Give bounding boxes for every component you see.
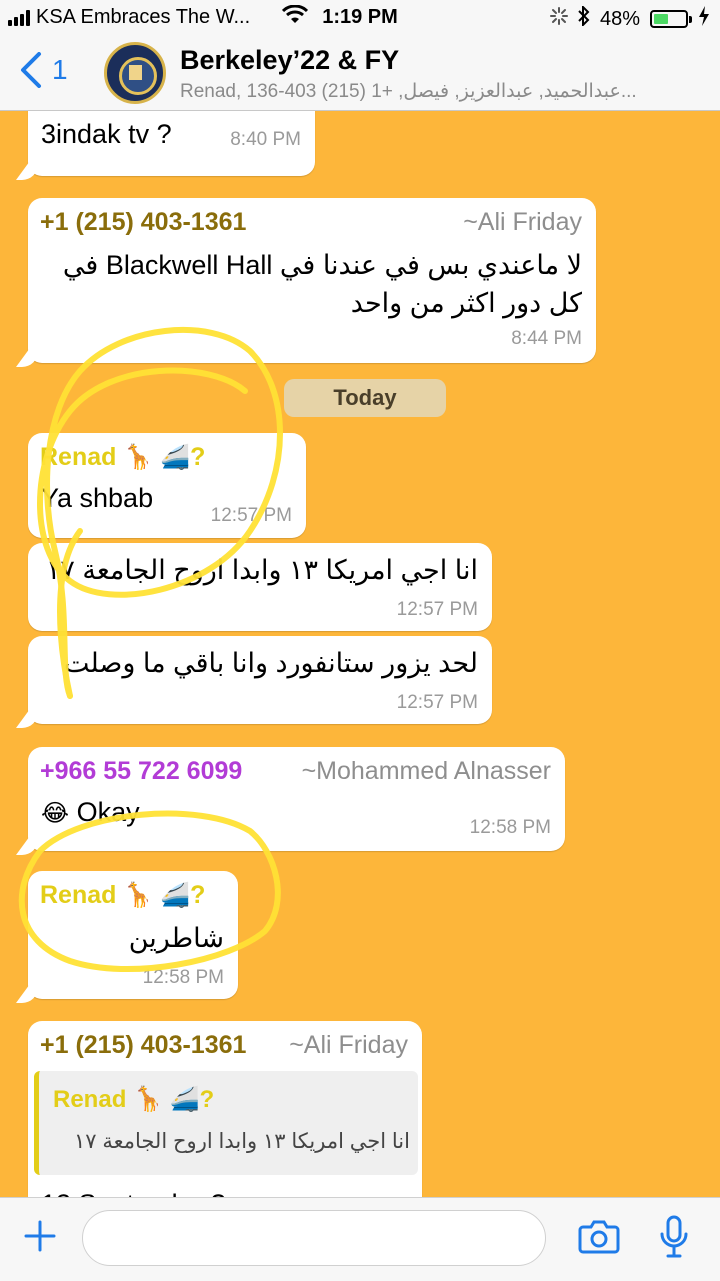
back-button[interactable]: 1: [20, 52, 68, 88]
message-bubble[interactable]: انا اجي امريكا ١٣ وابدا اروح الجامعة ١٧ …: [28, 543, 492, 631]
quoted-reply[interactable]: Renad 🦒 🚄? انا اجي امريكا ١٣ وابدا اروح …: [34, 1071, 418, 1175]
chat-header: 1 Berkeley’22 & FY Renad, عبدالحميد, عبد…: [0, 36, 720, 111]
message-text-line: كل دور اكثر من واحد: [350, 288, 582, 318]
group-participants[interactable]: Renad, عبدالحميد, عبدالعزيز, فيصل, +1 (2…: [180, 80, 700, 103]
quoted-sender: Renad: [53, 1086, 127, 1113]
message-composer: [0, 1197, 720, 1281]
message-bubble[interactable]: لحد يزور ستانفورد وانا باقي ما وصلت 12:5…: [28, 636, 492, 724]
train-icon: 🚄: [169, 1086, 200, 1113]
message-time: 12:58 PM: [142, 967, 224, 988]
date-divider: Today: [284, 379, 446, 417]
message-time: 12:57 PM: [210, 505, 292, 526]
plus-icon: [24, 1220, 56, 1252]
message-time: 12:57 PM: [396, 692, 478, 713]
message-bubble[interactable]: Renad 🦒 🚄? Ya shbab 12:57 PM: [28, 433, 306, 538]
battery-icon: [650, 10, 692, 28]
message-bubble[interactable]: +1 (215) 403-1361 ~Ali Friday لا ماعندي …: [28, 198, 596, 363]
message-sender-alias: ~Mohammed Alnasser: [301, 757, 551, 785]
message-bubble[interactable]: 3indak tv ? 8:40 PM: [28, 111, 315, 176]
quoted-sender-group: Renad 🦒 🚄?: [53, 1085, 214, 1114]
message-text: انا اجي امريكا ١٣ وابدا اروح الجامعة ١٧: [45, 555, 478, 585]
quoted-text: انا اجي امريكا ١٣ وابدا اروح الجامعة ١٧: [73, 1130, 410, 1153]
group-avatar[interactable]: [104, 42, 166, 104]
message-text-group: 😂 Okay: [41, 797, 140, 828]
message-sender: +1 (215) 403-1361: [40, 1031, 247, 1059]
message-sender-suffix: ?: [190, 881, 206, 909]
message-sender: +966 55 722 6099: [40, 757, 243, 785]
voice-message-button[interactable]: [658, 1214, 690, 1265]
camera-icon: [578, 1220, 620, 1254]
microphone-icon: [660, 1215, 688, 1258]
message-text: شاطرين: [128, 923, 224, 953]
message-text-partial: 13 September?: [41, 1189, 226, 1197]
message-sender: Renad: [40, 443, 117, 471]
add-attachment-button[interactable]: [22, 1218, 58, 1259]
train-icon: 🚄: [160, 444, 191, 471]
message-input[interactable]: [82, 1210, 546, 1266]
message-text: لحد يزور ستانفورد وانا باقي ما وصلت: [63, 648, 478, 678]
giraffe-icon: 🦒: [123, 882, 154, 909]
back-unread-count: 1: [52, 54, 68, 85]
train-icon: 🚄: [160, 882, 191, 909]
giraffe-icon: 🦒: [133, 1086, 163, 1113]
chat-area[interactable]: 3indak tv ? 8:40 PM +1 (215) 403-1361 ~A…: [0, 111, 720, 1197]
message-time: 12:57 PM: [396, 599, 478, 620]
group-title[interactable]: Berkeley’22 & FY: [180, 45, 399, 76]
battery-percent: 48%: [599, 7, 640, 30]
message-bubble[interactable]: +1 (215) 403-1361 ~Ali Friday Renad 🦒 🚄?…: [28, 1021, 422, 1197]
message-time: 8:40 PM: [230, 129, 301, 150]
message-sender-group: Renad 🦒 🚄?: [40, 881, 205, 910]
giraffe-icon: 🦒: [123, 444, 154, 471]
message-text-line: لا ماعندي بس في عندنا في Blackwell Hall …: [62, 250, 582, 280]
activity-spinner-icon: [549, 7, 568, 31]
battery-level-fill: [654, 14, 669, 24]
message-time: 12:58 PM: [469, 817, 551, 838]
charging-bolt-icon: [698, 6, 710, 32]
message-sender-suffix: ?: [190, 443, 206, 471]
message-sender-alias: ~Ali Friday: [289, 1031, 408, 1059]
message-time: 8:44 PM: [511, 328, 582, 349]
message-sender: +1 (215) 403-1361: [40, 208, 247, 236]
message-sender-group: Renad 🦒 🚄?: [40, 443, 205, 472]
status-bar: KSA Embraces The W... 1:19 PM 48%: [0, 0, 720, 36]
chevron-left-icon: [21, 52, 41, 88]
message-text: 3indak tv ?: [41, 119, 172, 149]
laughing-tears-icon: 😂: [41, 800, 70, 827]
message-sender: Renad: [40, 881, 117, 909]
quoted-sender-suffix: ?: [199, 1086, 215, 1113]
message-sender-alias: ~Ali Friday: [463, 208, 582, 236]
message-bubble[interactable]: +966 55 722 6099 ~Mohammed Alnasser 😂 Ok…: [28, 747, 565, 851]
status-right-group: 48%: [549, 4, 710, 32]
message-bubble[interactable]: Renad 🦒 🚄? شاطرين 12:58 PM: [28, 871, 238, 999]
message-text: Okay: [76, 797, 140, 827]
message-text: Ya shbab: [41, 483, 154, 513]
bluetooth-icon: [578, 4, 590, 32]
camera-button[interactable]: [578, 1218, 620, 1259]
